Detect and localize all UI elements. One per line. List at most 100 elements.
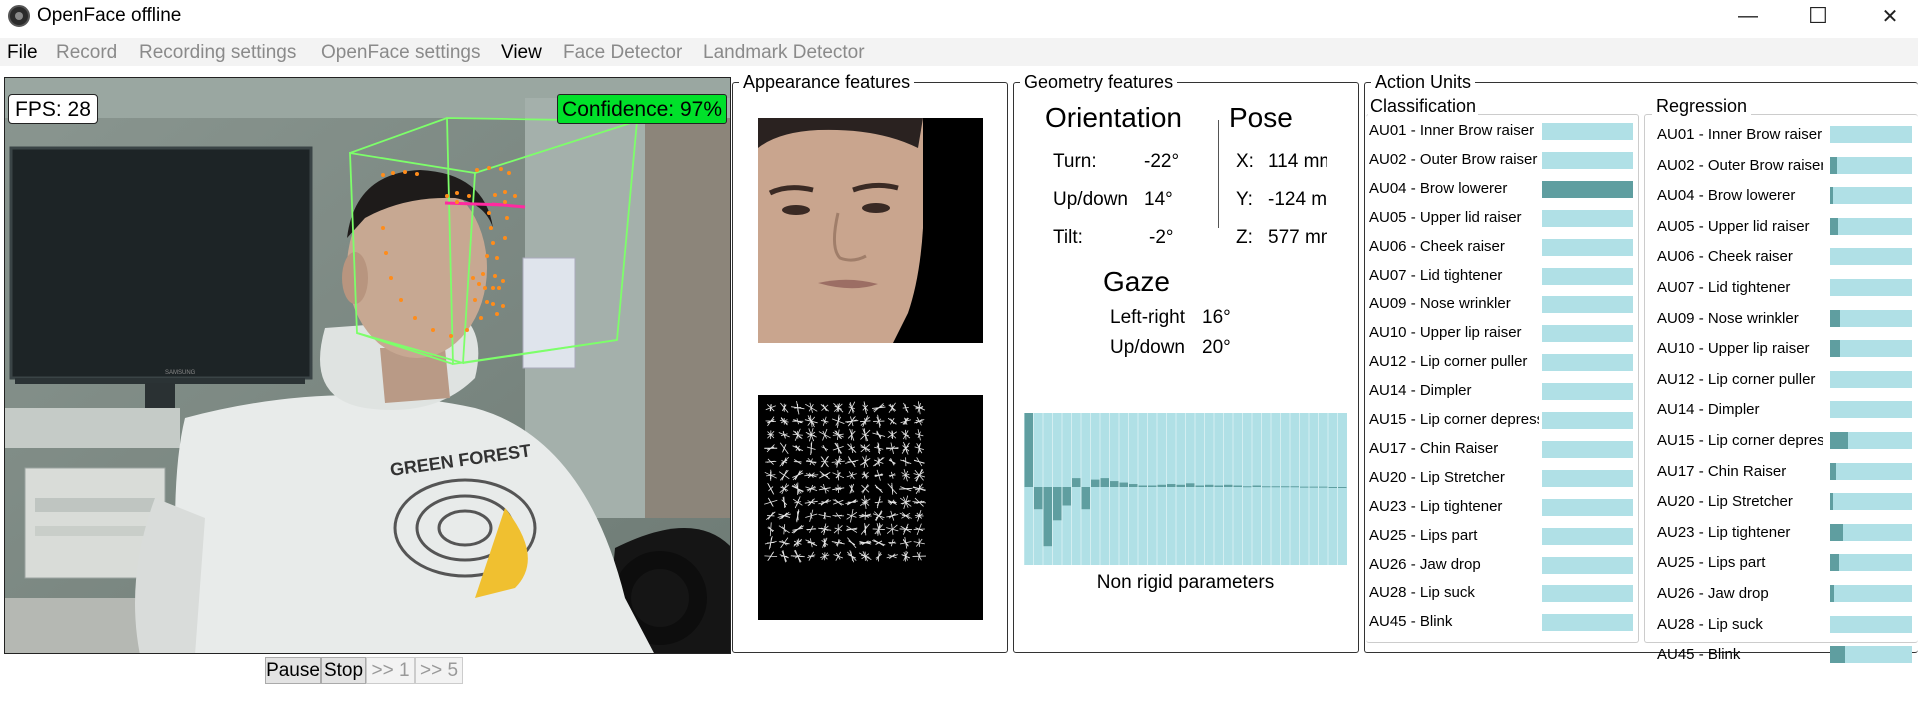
hog-cell xyxy=(899,523,912,535)
hog-cell xyxy=(780,402,789,413)
hog-cell xyxy=(819,471,831,480)
menu-openface-settings[interactable]: OpenFace settings xyxy=(321,42,480,64)
step-5-button[interactable]: >> 5 xyxy=(415,657,463,684)
hog-cell xyxy=(805,402,818,413)
hog-cell xyxy=(887,482,898,495)
menu-file[interactable]: File xyxy=(7,42,38,64)
window-title: OpenFace offline xyxy=(37,5,182,26)
non-rigid-bar xyxy=(1043,487,1052,547)
hog-cell xyxy=(805,509,818,522)
au-regression-bar-fill xyxy=(1830,217,1839,235)
au-regression-bar-fill xyxy=(1830,585,1835,602)
title-bar: OpenFace offline — ☐ ✕ xyxy=(0,0,1918,32)
au-regression-bar xyxy=(1830,462,1912,480)
hog-cell xyxy=(860,444,871,453)
non-rigid-bar xyxy=(1186,483,1195,487)
app-logo-icon xyxy=(8,5,30,27)
au-classification-bar xyxy=(1542,556,1633,574)
au-classification-bar xyxy=(1542,585,1633,603)
non-rigid-bar xyxy=(1224,484,1233,487)
hog-cell xyxy=(900,457,912,467)
au-regression-bar xyxy=(1830,340,1912,358)
hog-cell xyxy=(886,510,899,521)
hog-cell xyxy=(778,524,790,535)
hog-cell xyxy=(847,428,856,441)
au-regression-label: AU28 - Lip suck xyxy=(1657,615,1763,633)
hog-cell xyxy=(888,457,896,466)
video-view: SAMSUNG GREEN FOREST FPS: 28 Confidence:… xyxy=(4,77,731,654)
menu-recording-settings[interactable]: Recording settings xyxy=(139,42,296,64)
pause-button[interactable]: Pause xyxy=(265,657,321,684)
hog-cell xyxy=(764,444,778,453)
stop-button[interactable]: Stop xyxy=(321,657,366,684)
hog-cell xyxy=(779,456,790,467)
au-classification-bar xyxy=(1542,354,1633,372)
hog-cell xyxy=(796,509,800,523)
hog-cell xyxy=(791,400,805,415)
hog-cell xyxy=(793,538,803,548)
non-rigid-bar xyxy=(1062,487,1071,506)
au-regression-bar-fill xyxy=(1830,432,1849,449)
hog-cell xyxy=(846,550,857,563)
au-classification-bar xyxy=(1542,614,1633,632)
non-rigid-caption: Non rigid parameters xyxy=(1096,572,1275,593)
close-button[interactable]: ✕ xyxy=(1862,0,1918,32)
au-classification-label: AU12 - Lip corner puller xyxy=(1369,353,1528,371)
hog-cell xyxy=(764,497,778,507)
au-regression-bar xyxy=(1830,187,1912,205)
hog-cell xyxy=(818,523,832,536)
hog-cell xyxy=(820,403,829,412)
menu-landmark-detector[interactable]: Landmark Detector xyxy=(703,42,865,64)
maximize-button[interactable]: ☐ xyxy=(1790,0,1846,32)
au-regression-bar-fill xyxy=(1830,309,1840,327)
geometry-features-title: Geometry features xyxy=(1020,72,1178,92)
hog-cell xyxy=(860,415,871,428)
au-classification-bar-fill xyxy=(1542,180,1633,198)
menu-face-detector[interactable]: Face Detector xyxy=(563,42,682,64)
au-classification-bar xyxy=(1542,469,1633,487)
hog-cell xyxy=(872,510,885,522)
non-rigid-bar xyxy=(1072,478,1081,487)
hog-cell xyxy=(778,469,790,481)
hog-cell xyxy=(764,536,777,550)
hog-cell xyxy=(793,459,802,465)
non-rigid-bar xyxy=(1100,478,1109,487)
hog-cell xyxy=(833,403,844,413)
non-rigid-bar xyxy=(1157,484,1166,487)
non-rigid-bar xyxy=(1195,485,1204,487)
au-regression-bar xyxy=(1830,615,1912,633)
hog-cell xyxy=(888,402,897,413)
hog-cell xyxy=(820,455,829,468)
step-1-button[interactable]: >> 1 xyxy=(366,657,415,684)
gaze-lr-label: Left-right: xyxy=(1110,307,1186,328)
au-classification-label: AU14 - Dimpler xyxy=(1369,382,1472,400)
gaze-ud-value: 20° xyxy=(1202,337,1231,358)
hog-cell xyxy=(901,550,911,562)
hog-cell xyxy=(792,470,804,481)
menu-record[interactable]: Record xyxy=(56,42,117,64)
hog-cell xyxy=(849,483,855,494)
hog-cell xyxy=(779,550,789,563)
regression-title: Regression xyxy=(1652,96,1752,117)
au-regression-bar xyxy=(1830,646,1912,664)
hog-cell xyxy=(792,418,804,425)
video-frame: SAMSUNG GREEN FOREST xyxy=(5,78,730,653)
hog-cell xyxy=(792,428,803,441)
hog-cell xyxy=(872,522,885,536)
au-regression-bar xyxy=(1830,554,1912,572)
au-regression-label: AU07 - Lid tightener xyxy=(1657,279,1791,296)
pose-x-label: X: xyxy=(1236,151,1254,172)
classification-title: Classification xyxy=(1368,96,1479,117)
au-regression-bar-fill xyxy=(1830,493,1834,511)
hog-cell xyxy=(845,456,859,468)
non-rigid-bar xyxy=(1129,484,1138,487)
au-regression-bar xyxy=(1830,370,1912,388)
au-regression-bar-fill xyxy=(1830,554,1840,572)
non-rigid-bar xyxy=(1205,484,1214,487)
hog-cell xyxy=(888,539,897,547)
hog-cell xyxy=(847,443,857,454)
menu-view[interactable]: View xyxy=(501,42,542,64)
minimize-button[interactable]: — xyxy=(1720,0,1776,32)
au-classification-label: AU28 - Lip suck xyxy=(1369,584,1475,602)
au-classification-label: AU07 - Lid tightener xyxy=(1369,266,1503,284)
